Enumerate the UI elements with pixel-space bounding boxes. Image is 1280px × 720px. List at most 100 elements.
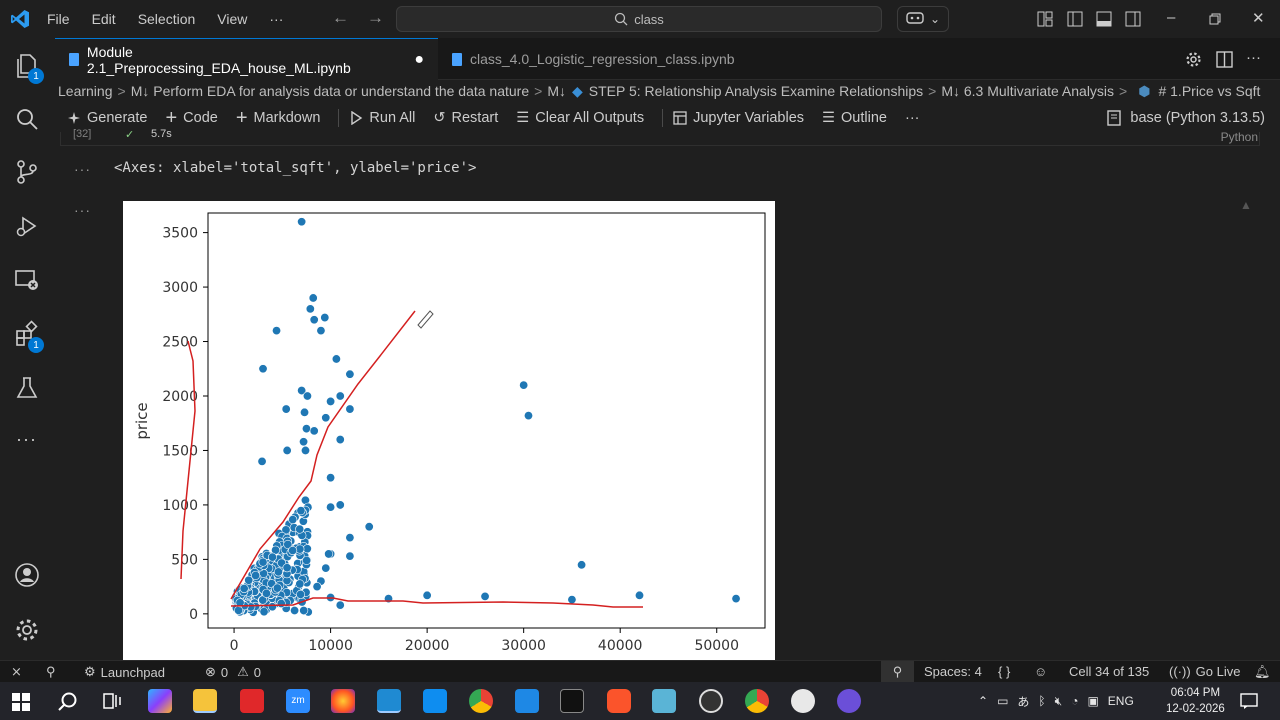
remote-indicator[interactable]: ⨯ bbox=[11, 664, 22, 680]
breadcrumb-item[interactable]: M↓ bbox=[547, 83, 566, 99]
toggle-secondary-sidebar-icon[interactable] bbox=[1125, 11, 1141, 27]
tray-chevron-up-icon[interactable]: ⌃ bbox=[978, 694, 988, 708]
video-app-icon[interactable] bbox=[423, 689, 447, 713]
output-ellipsis[interactable]: ··· bbox=[74, 202, 91, 218]
command-search[interactable]: class bbox=[396, 6, 882, 32]
kernel-picker[interactable]: base (Python 3.13.5) bbox=[1106, 104, 1265, 132]
language-indicator[interactable]: ENG bbox=[1108, 694, 1134, 708]
layout-customize-icon[interactable] bbox=[1037, 11, 1053, 27]
vscode-logo-icon[interactable] bbox=[10, 9, 30, 29]
source-control-icon[interactable] bbox=[13, 158, 41, 186]
scroll-up-icon[interactable]: ▲ bbox=[1240, 198, 1252, 212]
run-all-button[interactable]: Run All bbox=[349, 110, 415, 126]
scatter-point bbox=[288, 546, 298, 556]
copilot-app-icon[interactable] bbox=[148, 689, 172, 713]
scatter-point bbox=[290, 606, 300, 616]
search-icon[interactable] bbox=[57, 691, 79, 713]
more-views-icon[interactable]: ··· bbox=[16, 429, 37, 450]
toolbar-more-button[interactable]: ··· bbox=[905, 110, 920, 126]
indentation-status[interactable]: Spaces: 4 bbox=[924, 664, 982, 679]
scatter-point bbox=[239, 584, 249, 594]
scatter-point bbox=[282, 445, 292, 455]
firefox-icon[interactable] bbox=[331, 689, 355, 713]
windows-start-icon[interactable] bbox=[12, 693, 30, 711]
breadcrumb-item[interactable]: Learning bbox=[58, 83, 113, 99]
run-debug-icon[interactable] bbox=[13, 212, 41, 240]
ime-icon[interactable]: あ bbox=[1017, 693, 1029, 710]
source-control-status[interactable]: ⚲ bbox=[46, 664, 56, 680]
tab-class-4-0[interactable]: class_4.0_Logistic_regression_class.ipyn… bbox=[438, 38, 768, 80]
y-tick-label: 3500 bbox=[162, 226, 198, 242]
kernel-label: base (Python 3.13.5) bbox=[1130, 110, 1265, 126]
menu-file[interactable]: File bbox=[36, 11, 81, 27]
close-window-button[interactable]: ✕ bbox=[1252, 9, 1265, 27]
breadcrumb-item[interactable]: M↓ 6.3 Multivariate Analysis bbox=[941, 83, 1114, 99]
cell-language[interactable]: Python bbox=[1221, 130, 1258, 144]
system-tray: ⌃ ▭ あ ᛒ 🔇︎ ◔ ▣ ENG bbox=[978, 682, 1134, 720]
settings-gear-icon[interactable] bbox=[13, 616, 41, 644]
restore-button[interactable] bbox=[1209, 13, 1221, 25]
jupyter-variables-button[interactable]: Jupyter Variables bbox=[673, 110, 804, 126]
menu-edit[interactable]: Edit bbox=[81, 11, 127, 27]
unsaved-dot-icon[interactable]: ● bbox=[414, 51, 424, 69]
battery-icon[interactable]: ▭ bbox=[997, 694, 1008, 708]
add-code-button[interactable]: + Code bbox=[165, 107, 217, 130]
toggle-primary-sidebar-icon[interactable] bbox=[1067, 11, 1083, 27]
toggle-panel-icon[interactable] bbox=[1096, 11, 1112, 27]
chrome-icon[interactable] bbox=[469, 689, 493, 713]
menu-selection[interactable]: Selection bbox=[127, 11, 207, 27]
settings-gear-icon[interactable] bbox=[1185, 51, 1202, 68]
broadcast-icon: ((·)) bbox=[1169, 664, 1191, 679]
network-icon[interactable]: ▣ bbox=[1087, 694, 1098, 708]
clock[interactable]: 06:04 PM 12-02-2026 bbox=[1166, 685, 1225, 717]
cell-position-status[interactable]: Cell 34 of 135 bbox=[1069, 664, 1149, 679]
problems-status[interactable]: ⊗ 0 ⚠ 0 bbox=[205, 664, 261, 680]
wifi-icon[interactable]: ◔ bbox=[1071, 694, 1078, 708]
outline-button[interactable]: ☰ Outline bbox=[822, 110, 887, 126]
forward-arrow-icon[interactable]: → bbox=[367, 8, 384, 28]
wps-office-icon[interactable] bbox=[240, 689, 264, 713]
notes-app-icon[interactable] bbox=[652, 689, 676, 713]
breadcrumb-item[interactable]: M↓ Perform EDA for analysis data or unde… bbox=[131, 83, 529, 99]
copilot-button[interactable]: ⌄ bbox=[897, 6, 949, 32]
breadcrumb-item[interactable]: # 1.Price vs Sqft bbox=[1158, 83, 1260, 99]
task-view-icon[interactable] bbox=[102, 692, 122, 710]
notifications-button[interactable]: 🔔︎ bbox=[1254, 664, 1271, 680]
back-arrow-icon[interactable]: ← bbox=[332, 8, 349, 28]
app-icon[interactable] bbox=[791, 689, 815, 713]
bluetooth-icon[interactable]: ᛒ bbox=[1038, 694, 1045, 708]
generate-button[interactable]: Generate bbox=[67, 110, 147, 126]
language-mode-status[interactable]: { } bbox=[998, 664, 1010, 679]
obs-icon[interactable] bbox=[699, 689, 723, 713]
accounts-icon[interactable] bbox=[13, 561, 41, 589]
terminal-icon[interactable] bbox=[560, 689, 584, 713]
menu-more[interactable]: ··· bbox=[258, 11, 294, 27]
remote-desktop-icon[interactable] bbox=[515, 689, 539, 713]
split-editor-icon[interactable] bbox=[1216, 51, 1233, 68]
search-icon[interactable] bbox=[13, 105, 41, 133]
brave-icon[interactable] bbox=[607, 689, 631, 713]
scatter-point bbox=[326, 396, 336, 406]
copilot-status[interactable]: ☺ bbox=[1034, 664, 1047, 679]
breadcrumb-item[interactable]: STEP 5: Relationship Analysis Examine Re… bbox=[589, 83, 923, 99]
go-live-button[interactable]: ((·)) Go Live bbox=[1169, 664, 1240, 679]
notification-center-icon[interactable] bbox=[1240, 693, 1258, 710]
zoom-app-icon[interactable]: zm bbox=[286, 689, 310, 713]
add-markdown-button[interactable]: + Markdown bbox=[236, 107, 321, 130]
zoom-status[interactable]: ⚲ bbox=[881, 661, 914, 682]
menu-view[interactable]: View bbox=[206, 11, 258, 27]
file-explorer-icon[interactable] bbox=[193, 689, 217, 713]
tab-module-2-1[interactable]: Module 2.1_Preprocessing_EDA_house_ML.ip… bbox=[55, 38, 438, 80]
minimize-button[interactable]: – bbox=[1167, 9, 1175, 26]
testing-flask-icon[interactable] bbox=[13, 374, 41, 402]
discord-like-icon[interactable] bbox=[837, 689, 861, 713]
remote-explorer-icon[interactable] bbox=[13, 266, 41, 294]
launchpad-button[interactable]: ⚙ Launchpad bbox=[84, 664, 165, 680]
restart-button[interactable]: ↺ Restart bbox=[433, 110, 498, 126]
output-ellipsis[interactable]: ··· bbox=[74, 161, 91, 177]
volume-muted-icon[interactable]: 🔇︎ bbox=[1055, 694, 1063, 709]
vscode-taskbar-icon[interactable] bbox=[377, 689, 401, 713]
more-actions-icon[interactable]: ··· bbox=[1246, 49, 1261, 66]
clear-outputs-button[interactable]: ☰ Clear All Outputs bbox=[516, 110, 644, 126]
chrome-profile-icon[interactable] bbox=[745, 689, 769, 713]
